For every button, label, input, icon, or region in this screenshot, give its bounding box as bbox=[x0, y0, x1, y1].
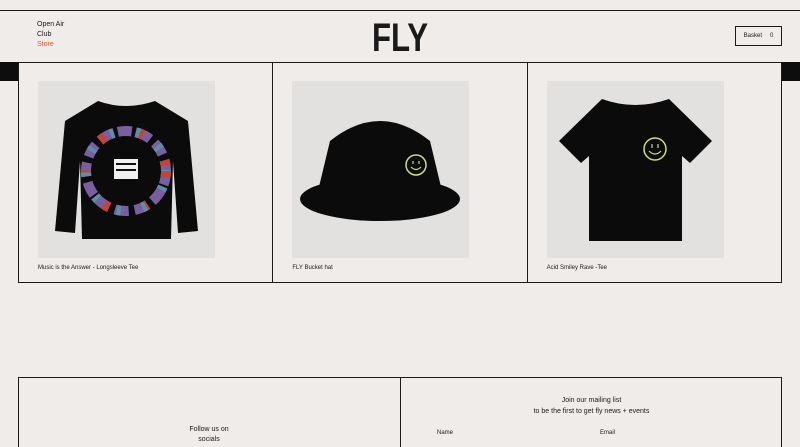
follow-line-2[interactable]: socials bbox=[18, 435, 400, 445]
product-name[interactable]: FLY Bucket hat bbox=[292, 265, 332, 271]
product-card-longsleeve[interactable]: Music is the Answer - Longsleeve Tee bbox=[19, 63, 274, 282]
product-card-tee[interactable]: Acid Smiley Rave -Tee bbox=[528, 63, 781, 282]
main-nav: Open Air Club Store bbox=[37, 20, 64, 50]
follow-us-block: Follow us on socials bbox=[18, 425, 400, 445]
svg-text:FLY: FLY bbox=[372, 16, 428, 55]
nav-item-open-air[interactable]: Open Air bbox=[37, 20, 64, 30]
mailing-line-1: Join our mailing list bbox=[561, 397, 622, 404]
tee-image[interactable] bbox=[546, 81, 724, 258]
product-name[interactable]: Acid Smiley Rave -Tee bbox=[547, 265, 607, 271]
bucket-hat-illustration bbox=[300, 121, 461, 221]
fly-logo[interactable]: FLY bbox=[366, 15, 434, 60]
header-top-rule bbox=[0, 10, 800, 11]
mailing-list-block: Join our mailing list to be the first to… bbox=[401, 395, 782, 417]
longsleeve-tee-image[interactable] bbox=[38, 81, 215, 258]
email-field-label[interactable]: Email bbox=[600, 430, 615, 436]
mailing-line-2: to be the first to get fly news + events bbox=[533, 408, 650, 415]
fly-logo-mark: FLY bbox=[372, 16, 428, 60]
tee-illustration bbox=[558, 99, 712, 241]
bucket-hat-image[interactable] bbox=[292, 81, 470, 258]
basket-button[interactable]: Basket 0 bbox=[735, 26, 782, 46]
product-name[interactable]: Music is the Answer - Longsleeve Tee bbox=[38, 265, 138, 271]
longsleeve-illustration bbox=[55, 101, 198, 239]
basket-count: 0 bbox=[770, 33, 774, 39]
nav-item-club[interactable]: Club bbox=[37, 30, 64, 40]
product-card-bucket-hat[interactable]: FLY Bucket hat bbox=[273, 63, 528, 282]
follow-line-1: Follow us on bbox=[189, 426, 229, 433]
name-field-label[interactable]: Name bbox=[437, 430, 453, 436]
product-grid: Music is the Answer - Longsleeve Tee FLY… bbox=[18, 62, 782, 283]
basket-label: Basket bbox=[743, 33, 762, 39]
nav-item-store[interactable]: Store bbox=[37, 40, 64, 50]
